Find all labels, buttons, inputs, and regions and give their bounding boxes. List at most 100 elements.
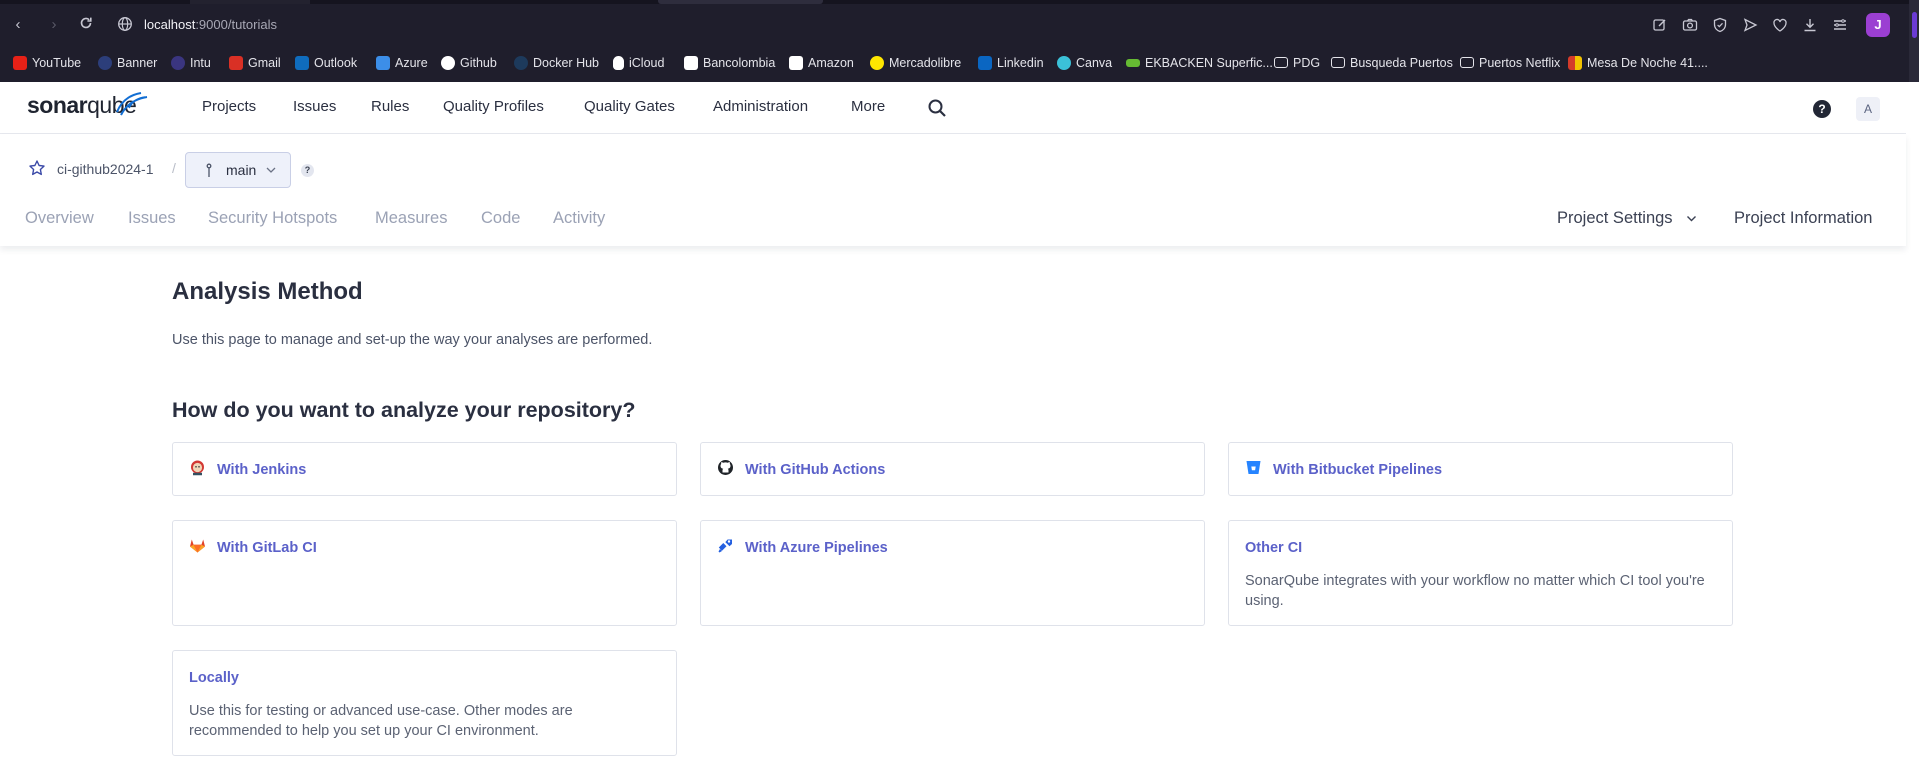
branch-icon	[206, 163, 212, 177]
bookmark-label: Bancolombia	[703, 55, 776, 70]
bookmark-github[interactable]: Github	[441, 54, 497, 71]
tab-activity[interactable]: Activity	[553, 209, 605, 228]
shield-icon[interactable]	[1711, 16, 1729, 34]
intu-icon	[171, 55, 185, 70]
option-gitlab-ci[interactable]: With GitLab CI	[172, 520, 677, 626]
project-settings-menu[interactable]: Project Settings	[1557, 209, 1673, 228]
bookmark-label: Busqueda Puertos	[1350, 55, 1453, 70]
azure-pipelines-icon	[718, 538, 732, 553]
jenkins-icon	[191, 460, 204, 476]
bookmark-canva[interactable]: Canva	[1057, 54, 1112, 71]
heart-icon[interactable]	[1771, 16, 1789, 34]
chevron-down-icon	[266, 167, 276, 173]
nav-quality-profiles[interactable]: Quality Profiles	[443, 98, 544, 115]
menu-icon[interactable]	[1831, 16, 1849, 34]
tab-overview[interactable]: Overview	[25, 209, 94, 228]
url-path: :9000/tutorials	[195, 17, 277, 32]
bookmark-label: Mesa De Noche 41....	[1587, 55, 1708, 70]
send-icon[interactable]	[1741, 16, 1759, 34]
option-other-ci[interactable]: Other CI SonarQube integrates with your …	[1228, 520, 1733, 626]
folder-icon	[1460, 57, 1474, 68]
sonar-waves-icon	[116, 92, 148, 116]
option-locally[interactable]: Locally Use this for testing or advanced…	[172, 650, 677, 756]
banner-icon	[98, 55, 112, 70]
bookmark-gmail[interactable]: Gmail	[229, 54, 281, 71]
camera-icon[interactable]	[1681, 16, 1699, 34]
bookmark-folder-pdg[interactable]: PDG	[1274, 54, 1320, 71]
option-label: With Jenkins	[217, 462, 307, 478]
bookmark-label: Canva	[1076, 55, 1113, 70]
nav-more[interactable]: More	[851, 98, 885, 115]
bookmark-icloud[interactable]: iCloud	[613, 54, 664, 71]
bookmark-label: PDG	[1293, 55, 1321, 70]
bookmark-azure[interactable]: Azure	[376, 54, 428, 71]
option-description: Use this for testing or advanced use-cas…	[189, 703, 573, 739]
nav-quality-gates[interactable]: Quality Gates	[584, 98, 675, 115]
nav-projects[interactable]: Projects	[202, 98, 256, 115]
github-icon	[441, 55, 455, 70]
bitbucket-icon	[1246, 461, 1261, 474]
url-text: localhost:9000/tutorials	[144, 17, 277, 32]
bookmark-outlook[interactable]: Outlook	[295, 54, 357, 71]
tab-measures[interactable]: Measures	[375, 209, 447, 228]
bookmark-banner[interactable]: Banner	[98, 54, 157, 71]
bookmark-mesa-de-noche[interactable]: Mesa De Noche 41....	[1568, 54, 1708, 71]
option-bitbucket-pipelines[interactable]: With Bitbucket Pipelines	[1228, 442, 1733, 496]
option-label: Other CI	[1245, 540, 1303, 556]
branch-name: main	[226, 162, 257, 178]
tab-code[interactable]: Code	[481, 209, 520, 228]
bookmark-amazon[interactable]: Amazon	[789, 54, 854, 71]
nav-issues[interactable]: Issues	[293, 98, 336, 115]
bookmark-docker-hub[interactable]: Docker Hub	[514, 54, 599, 71]
option-azure-pipelines[interactable]: With Azure Pipelines	[700, 520, 1205, 626]
option-description: SonarQube integrates with your workflow …	[1245, 573, 1705, 609]
reload-button[interactable]	[77, 16, 95, 34]
section-title: How do you want to analyze your reposito…	[172, 398, 636, 422]
bookmark-label: Linkedin	[997, 55, 1044, 70]
branch-selector[interactable]: main	[185, 152, 291, 188]
bookmark-linkedin[interactable]: Linkedin	[978, 54, 1044, 71]
help-icon[interactable]: ?	[1813, 100, 1831, 118]
page-title: Analysis Method	[172, 278, 363, 305]
folder-icon	[1274, 57, 1288, 68]
bookmark-mercadolibre[interactable]: Mercadolibre	[870, 54, 961, 71]
nav-rules[interactable]: Rules	[371, 98, 409, 115]
bookmark-ekbacken[interactable]: EKBACKEN Superfic...	[1126, 54, 1273, 71]
bookmark-folder-busqueda[interactable]: Busqueda Puertos	[1331, 54, 1453, 71]
user-avatar[interactable]: A	[1856, 97, 1880, 121]
project-information-link[interactable]: Project Information	[1734, 209, 1872, 228]
download-icon[interactable]	[1801, 16, 1819, 34]
sonarqube-logo[interactable]: sonarqube	[27, 92, 148, 119]
bookmark-label: iCloud	[629, 55, 665, 70]
favorite-star-icon[interactable]	[28, 159, 46, 177]
bookmark-label: Gmail	[248, 55, 281, 70]
address-bar[interactable]: localhost:9000/tutorials	[110, 11, 1630, 39]
bookmark-label: EKBACKEN Superfic...	[1145, 55, 1273, 70]
option-github-actions[interactable]: With GitHub Actions	[700, 442, 1205, 496]
bookmark-folder-netflix[interactable]: Puertos Netflix	[1460, 54, 1560, 71]
globe-icon	[118, 17, 132, 31]
branch-help-icon[interactable]: ?	[301, 164, 314, 177]
tab-issues[interactable]: Issues	[128, 209, 176, 228]
url-bar-row: ‹ › localhost:9000/tutorials J	[0, 8, 1919, 42]
edit-icon[interactable]	[1651, 16, 1669, 34]
amazon-icon	[789, 55, 803, 70]
bookmark-label: Docker Hub	[533, 55, 599, 70]
browser-profile-avatar[interactable]: J	[1866, 13, 1890, 37]
logo-text-sonar: sonar	[27, 92, 88, 118]
option-jenkins[interactable]: With Jenkins	[172, 442, 677, 496]
bookmark-youtube[interactable]: YouTube	[13, 54, 81, 71]
bookmark-bancolombia[interactable]: Bancolombia	[684, 54, 775, 71]
sidebar-toggle[interactable]	[1909, 0, 1919, 82]
tab-security-hotspots[interactable]: Security Hotspots	[208, 209, 337, 228]
forward-button[interactable]: ›	[45, 16, 63, 34]
project-header: ci-github2024-1 / main ? Overview Issues…	[0, 134, 1906, 246]
bookmark-label: YouTube	[32, 55, 82, 70]
project-name-link[interactable]: ci-github2024-1	[57, 161, 154, 177]
back-button[interactable]: ‹	[9, 16, 27, 34]
search-icon[interactable]	[927, 98, 947, 118]
bookmark-label: Intu	[190, 55, 211, 70]
nav-administration[interactable]: Administration	[713, 98, 808, 115]
bookmark-intu[interactable]: Intu	[171, 54, 211, 71]
mesa-icon	[1568, 55, 1582, 70]
